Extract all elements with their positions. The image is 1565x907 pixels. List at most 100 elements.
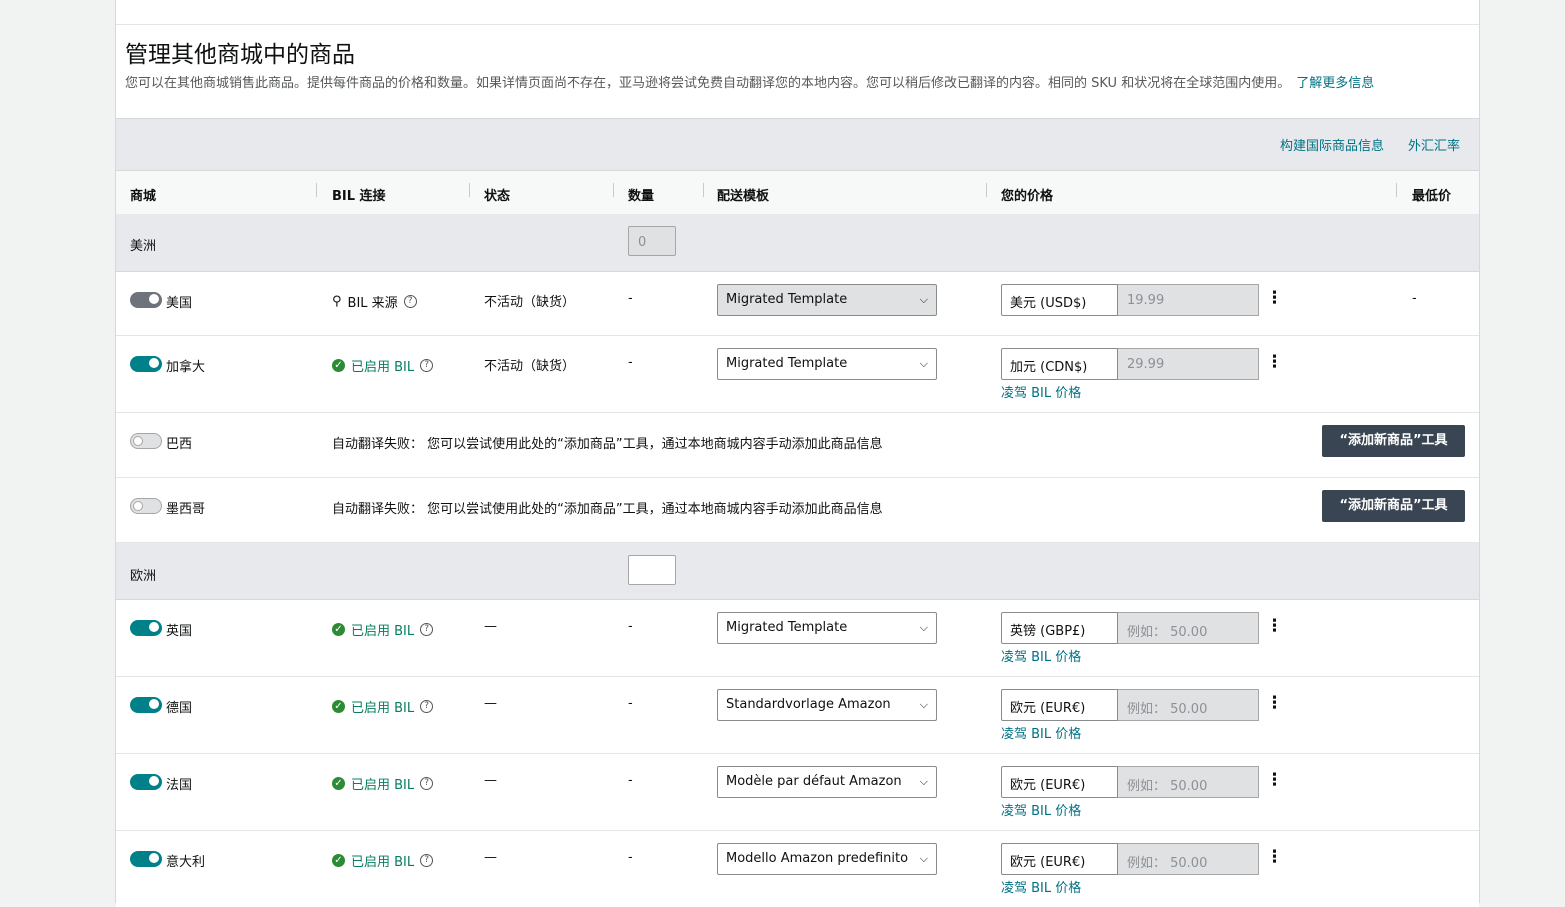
question-circle-icon[interactable]: ? — [420, 700, 434, 713]
currency-label: 欧元 (EUR€) — [1001, 843, 1118, 875]
override-bil-price-link[interactable]: 凌驾 BIL 价格 — [1001, 877, 1081, 896]
question-circle-icon[interactable]: ? — [420, 359, 434, 372]
toolbar: 构建国际商品信息 外汇汇率 — [116, 118, 1479, 171]
chevron-down-icon: ⌵ — [919, 293, 928, 306]
more-vertical-icon[interactable]: ⋮ — [1266, 695, 1283, 712]
status-text: — — [484, 696, 497, 711]
marketplaces-panel: 管理其他商城中的商品 您可以在其他商城销售此商品。提供每件商品的价格和数量。如果… — [115, 0, 1480, 907]
bil-status: ✓ 已启用 BIL? — [332, 356, 434, 375]
bil-status-label: 已启用 BIL — [351, 360, 415, 375]
price-input[interactable]: 29.99 — [1118, 348, 1259, 380]
bil-status-label: 已启用 BIL — [351, 855, 415, 870]
country-name: 美国 — [166, 296, 193, 311]
col-quantity: 数量 — [628, 189, 655, 204]
bil-status-label: 已启用 BIL — [351, 778, 415, 793]
location-pin-icon: ⚲ — [332, 294, 342, 309]
chevron-down-icon: ⌵ — [919, 698, 928, 711]
question-circle-icon[interactable]: ? — [420, 623, 434, 636]
chevron-down-icon: ⌵ — [919, 852, 928, 865]
more-vertical-icon[interactable]: ⋮ — [1266, 354, 1283, 371]
col-shipping-template: 配送模板 — [717, 189, 770, 204]
price-input[interactable]: 例如： 50.00 — [1118, 766, 1259, 798]
chevron-down-icon: ⌵ — [919, 775, 928, 788]
learn-more-link[interactable]: 了解更多信息 — [1296, 76, 1374, 91]
check-circle-icon: ✓ — [332, 777, 345, 790]
table-row-us: 美国 ⚲ BIL 来源? 不活动（缺货） - Migrated Template ⌵… — [116, 272, 1479, 336]
question-circle-icon[interactable]: ? — [403, 295, 417, 308]
currency-label: 加元 (CDN$) — [1001, 348, 1118, 380]
more-vertical-icon[interactable]: ⋮ — [1266, 772, 1283, 789]
country-name: 英国 — [166, 624, 193, 639]
build-international-listings-link[interactable]: 构建国际商品信息 — [1280, 135, 1384, 154]
bil-source-label: BIL 来源 — [347, 296, 398, 311]
bil-status: ✓ 已启用 BIL? — [332, 774, 434, 793]
col-separator — [1396, 183, 1397, 197]
override-bil-price-link[interactable]: 凌驾 BIL 价格 — [1001, 800, 1081, 819]
col-separator — [986, 183, 987, 197]
marketplace-toggle[interactable] — [130, 620, 162, 636]
region-quantity-input[interactable]: 0 — [628, 226, 676, 256]
shipping-template-select[interactable]: Migrated Template ⌵ — [717, 348, 937, 380]
bil-status: ✓ 已启用 BIL? — [332, 697, 434, 716]
shipping-template-select[interactable]: Modèle par défaut Amazon ⌵ — [717, 766, 937, 798]
fx-rate-link[interactable]: 外汇汇率 — [1408, 135, 1460, 154]
chevron-down-icon: ⌵ — [919, 357, 928, 370]
price-input[interactable]: 例如： 50.00 — [1118, 612, 1259, 644]
marketplace-toggle[interactable] — [130, 851, 162, 867]
region-americas: 美洲 0 — [116, 214, 1479, 272]
currency-label: 英镑 (GBP£) — [1001, 612, 1118, 644]
marketplace-toggle[interactable] — [130, 697, 162, 713]
more-vertical-icon[interactable]: ⋮ — [1266, 618, 1283, 635]
check-circle-icon: ✓ — [332, 623, 345, 636]
marketplace-toggle[interactable] — [130, 774, 162, 790]
translation-failed-message: 自动翻译失败： 您可以尝试使用此处的“添加商品”工具，通过本地商城内容手动添加此… — [332, 437, 883, 452]
add-product-tool-button[interactable]: “添加新商品”工具 — [1322, 425, 1465, 457]
question-circle-icon[interactable]: ? — [420, 854, 434, 867]
country-name: 墨西哥 — [166, 502, 206, 517]
bil-status: ✓ 已启用 BIL? — [332, 851, 434, 870]
currency-label: 欧元 (EUR€) — [1001, 766, 1118, 798]
table-header: 商城 BIL 连接 状态 数量 配送模板 您的价格 最低价 — [116, 170, 1479, 215]
region-quantity-input[interactable] — [628, 555, 676, 585]
override-bil-price-link[interactable]: 凌驾 BIL 价格 — [1001, 646, 1081, 665]
add-product-tool-button[interactable]: “添加新商品”工具 — [1322, 490, 1465, 522]
select-value: Standardvorlage Amazon — [726, 697, 891, 712]
more-vertical-icon[interactable]: ⋮ — [1266, 290, 1283, 307]
shipping-template-select[interactable]: Migrated Template ⌵ — [717, 284, 937, 316]
price-input[interactable]: 例如： 50.00 — [1118, 843, 1259, 875]
override-bil-price-link[interactable]: 凌驾 BIL 价格 — [1001, 723, 1081, 742]
shipping-template-select[interactable]: Migrated Template ⌵ — [717, 612, 937, 644]
marketplace-toggle[interactable] — [130, 433, 162, 449]
question-circle-icon[interactable]: ? — [420, 777, 434, 790]
currency-label: 美元 (USD$) — [1001, 284, 1118, 316]
price-input[interactable]: 19.99 — [1118, 284, 1259, 316]
marketplace-toggle[interactable] — [130, 356, 162, 372]
divider — [116, 24, 1479, 25]
page-description: 您可以在其他商城销售此商品。提供每件商品的价格和数量。如果详情页面尚不存在，亚马… — [125, 72, 1374, 91]
more-vertical-icon[interactable]: ⋮ — [1266, 849, 1283, 866]
lowest-price-value: - — [1412, 291, 1417, 306]
shipping-template-select[interactable]: Modello Amazon predefinito ⌵ — [717, 843, 937, 875]
select-value: Migrated Template — [726, 292, 848, 307]
select-value: Migrated Template — [726, 620, 848, 635]
status-text: — — [484, 619, 497, 634]
country-name: 意大利 — [166, 855, 206, 870]
country-name: 法国 — [166, 778, 193, 793]
override-bil-price-link[interactable]: 凌驾 BIL 价格 — [1001, 382, 1081, 401]
shipping-template-select[interactable]: Standardvorlage Amazon ⌵ — [717, 689, 937, 721]
select-value: Modèle par défaut Amazon — [726, 774, 902, 789]
check-circle-icon: ✓ — [332, 700, 345, 713]
quantity-value: - — [628, 773, 633, 788]
col-separator — [469, 183, 470, 197]
table-row-br: 巴西 自动翻译失败： 您可以尝试使用此处的“添加商品”工具，通过本地商城内容手动… — [116, 413, 1479, 478]
marketplace-toggle[interactable] — [130, 498, 162, 514]
bil-source: ⚲ BIL 来源? — [332, 292, 417, 311]
marketplace-toggle[interactable] — [130, 292, 162, 308]
country-name: 加拿大 — [166, 360, 206, 375]
col-lowest-price: 最低价 — [1412, 189, 1452, 204]
bil-status: ✓ 已启用 BIL? — [332, 620, 434, 639]
quantity-value: - — [628, 696, 633, 711]
table-row-uk: 英国 ✓ 已启用 BIL? — - Migrated Template ⌵ 英镑 (… — [116, 600, 1479, 677]
price-input[interactable]: 例如： 50.00 — [1118, 689, 1259, 721]
currency-label: 欧元 (EUR€) — [1001, 689, 1118, 721]
